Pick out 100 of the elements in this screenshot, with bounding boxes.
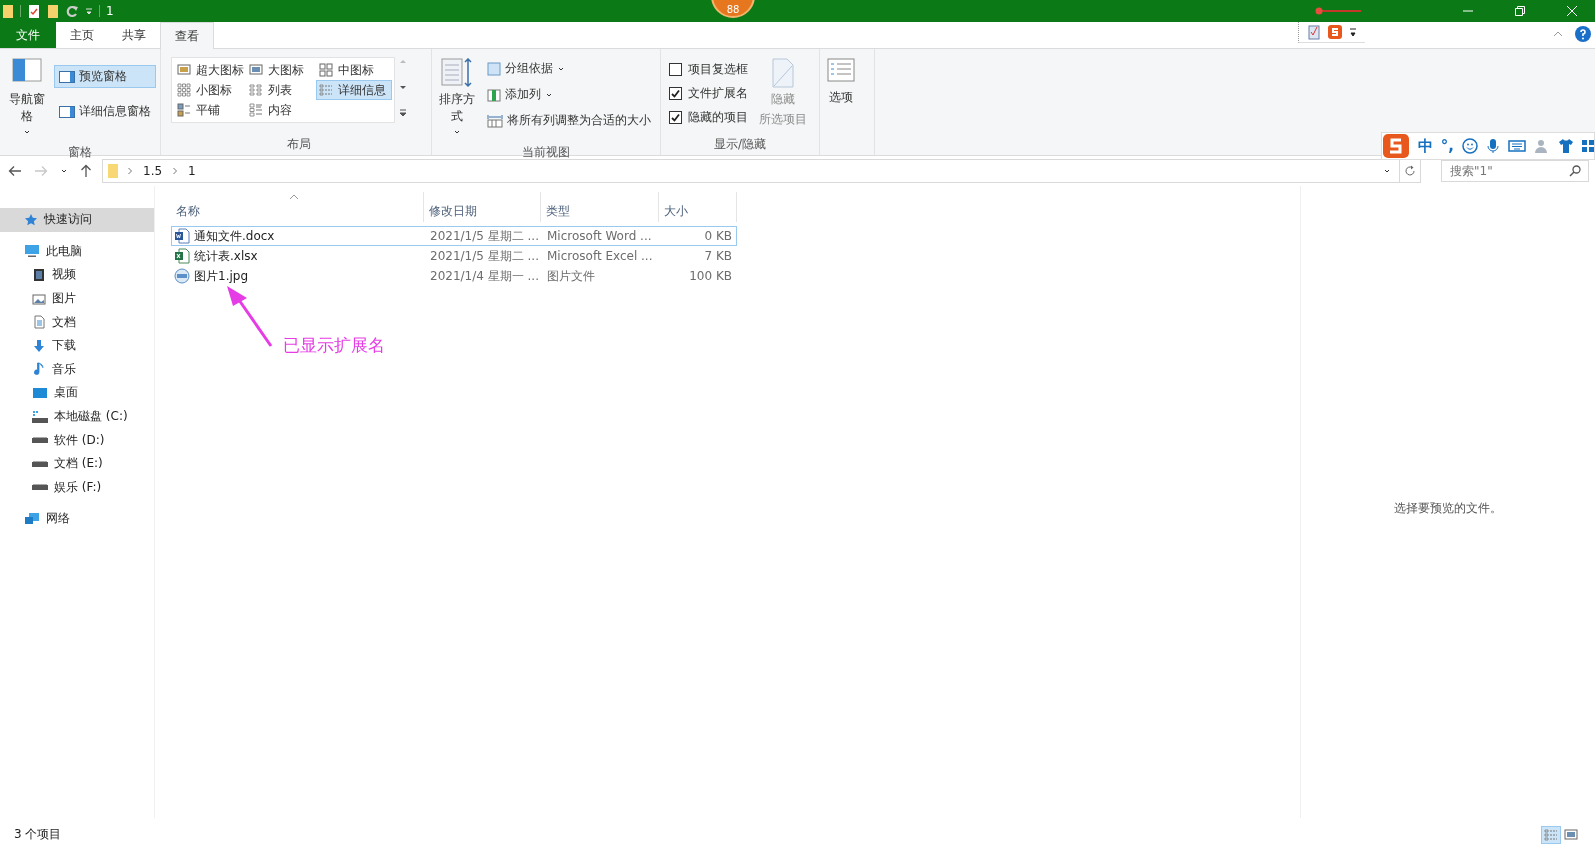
- view-toggle[interactable]: [1541, 825, 1561, 844]
- up-button[interactable]: [78, 162, 94, 180]
- item-count: 3 个项目: [14, 826, 62, 843]
- details-pane-button[interactable]: 详细信息窗格: [54, 100, 156, 123]
- layout-option[interactable]: 内容: [246, 100, 316, 120]
- layout-option[interactable]: 平铺: [174, 100, 246, 120]
- checkbox-box[interactable]: [669, 63, 682, 76]
- nav-item[interactable]: 此电脑: [0, 239, 154, 264]
- fit-columns-button[interactable]: 将所有列调整为合适的大小: [482, 109, 656, 132]
- group-by-button[interactable]: 分组依据: [482, 57, 656, 80]
- breadcrumb[interactable]: 1: [186, 164, 198, 178]
- nav-item[interactable]: 图片: [0, 286, 154, 311]
- column-header[interactable]: 大小: [659, 192, 737, 222]
- checkbox-box[interactable]: [669, 87, 682, 100]
- nav-item[interactable]: 本地磁盘 (C:): [0, 404, 154, 429]
- slider-icon: [1315, 7, 1363, 15]
- microphone-icon[interactable]: [1486, 138, 1500, 154]
- search-field[interactable]: 搜索"1": [1441, 160, 1589, 182]
- nav-item[interactable]: 网络: [0, 507, 154, 531]
- checkbox[interactable]: 项目复选框: [665, 59, 752, 80]
- input-mode-toggle[interactable]: 中: [1417, 136, 1433, 156]
- smiley-icon[interactable]: [1462, 138, 1478, 154]
- options-button[interactable]: 选项: [824, 53, 858, 155]
- breadcrumb[interactable]: 1.5: [141, 164, 165, 178]
- preview-pane-button[interactable]: 预览窗格: [54, 65, 156, 88]
- layout-option[interactable]: 中图标: [316, 60, 392, 80]
- checkbox[interactable]: 文件扩展名: [665, 83, 752, 104]
- ribbon-tab[interactable]: 主页: [56, 22, 108, 48]
- table-cell-text: 2021/1/5 星期二 ...: [429, 227, 540, 245]
- back-button[interactable]: [6, 163, 24, 179]
- nav-item[interactable]: 桌面: [0, 381, 154, 405]
- dropdown-icon[interactable]: [1349, 26, 1357, 38]
- column-header[interactable]: 修改日期: [424, 192, 541, 222]
- nav-item[interactable]: 音乐: [0, 357, 154, 382]
- layout-option[interactable]: 超大图标: [174, 60, 246, 80]
- folder-icon: [107, 163, 119, 179]
- checkbox-label: 隐藏的项目: [688, 109, 748, 126]
- folder-icon[interactable]: [47, 3, 59, 19]
- check-icon: [671, 113, 680, 122]
- drive-icon: [32, 437, 48, 444]
- folder-icon: [2, 3, 14, 19]
- grid-icon: [319, 63, 333, 77]
- checkbox[interactable]: 隐藏的项目: [665, 107, 752, 128]
- scroll-down-icon[interactable]: [399, 83, 407, 91]
- layout-option[interactable]: 小图标: [174, 80, 246, 100]
- ribbon-tab[interactable]: 文件: [0, 22, 56, 48]
- shirt-icon[interactable]: [1558, 138, 1574, 154]
- file-row[interactable]: 通知文件.docx 2021/1/5 星期二 ... Microsoft Word ... 0 KB: [171, 226, 737, 246]
- picture-frame-icon: [177, 63, 191, 77]
- nav-item[interactable]: 视频: [0, 263, 154, 287]
- sogou-s-icon[interactable]: [1381, 133, 1410, 159]
- preview-message: 选择要预览的文件。: [1394, 500, 1502, 516]
- table-cell-text: Microsoft Word ...: [546, 229, 653, 243]
- address-bar[interactable]: 1.5 1: [102, 159, 1421, 183]
- column-header[interactable]: 名称: [171, 192, 424, 222]
- nav-item[interactable]: 娱乐 (F:): [0, 475, 154, 500]
- layout-option[interactable]: 大图标: [246, 60, 316, 80]
- collapse-icon[interactable]: [1553, 30, 1563, 38]
- add-column-button[interactable]: 添加列: [482, 83, 656, 106]
- file-row[interactable]: 图片1.jpg 2021/1/4 星期一 ... 图片文件 100 KB: [171, 266, 737, 286]
- redo-icon[interactable]: [65, 3, 79, 19]
- nav-item[interactable]: 文档 (E:): [0, 451, 154, 476]
- file-row[interactable]: 统计表.xlsx 2021/1/5 星期二 ... Microsoft Excel ... 7 KB: [171, 246, 737, 266]
- ribbon-tab[interactable]: 查看: [160, 22, 214, 49]
- keyboard-icon[interactable]: [1508, 139, 1526, 153]
- pane-icon: [59, 70, 75, 83]
- document-check-icon[interactable]: [1307, 24, 1321, 40]
- forward-arrow-icon: [34, 165, 48, 177]
- group-label: 当前视图: [521, 144, 571, 161]
- more-icon[interactable]: [399, 109, 407, 117]
- check-icon: [671, 89, 680, 98]
- desktop-icon: [32, 385, 48, 400]
- chevron-right-icon: [127, 167, 133, 175]
- grid-icon: [177, 83, 191, 97]
- column-header[interactable]: 类型: [541, 192, 659, 222]
- sort-button[interactable]: 排序方式: [436, 53, 478, 141]
- annotation-arrow: [225, 286, 275, 348]
- annotation-text: 已显示扩展名: [283, 334, 385, 357]
- file-name: 图片1.jpg: [194, 267, 249, 285]
- nav-item[interactable]: 文档: [0, 310, 154, 334]
- close-icon: [1567, 6, 1577, 16]
- nav-item[interactable]: 快速访问: [0, 208, 154, 232]
- help-icon[interactable]: [1575, 26, 1591, 42]
- table-cell-text: 7 KB: [703, 249, 733, 263]
- navigation-pane-button[interactable]: 导航窗格: [4, 53, 50, 141]
- checkbox-box[interactable]: [669, 111, 682, 124]
- grid-icon[interactable]: [1582, 138, 1594, 154]
- nav-item[interactable]: 下载: [0, 333, 154, 358]
- group-icon: [487, 61, 501, 76]
- punctuation-toggle[interactable]: °,: [1440, 137, 1454, 155]
- layout-option[interactable]: 列表: [246, 80, 316, 100]
- nav-item[interactable]: 软件 (D:): [0, 428, 154, 452]
- list-icon: [249, 83, 263, 97]
- checklist-icon[interactable]: [27, 3, 41, 19]
- drive-icon: [32, 410, 48, 423]
- ribbon-tab[interactable]: 共享: [108, 22, 160, 48]
- up-arrow-icon: [80, 164, 92, 178]
- sort-ascending-icon: [289, 194, 299, 200]
- sogou-s-icon[interactable]: [1327, 24, 1343, 40]
- layout-option[interactable]: 详细信息: [316, 80, 392, 100]
